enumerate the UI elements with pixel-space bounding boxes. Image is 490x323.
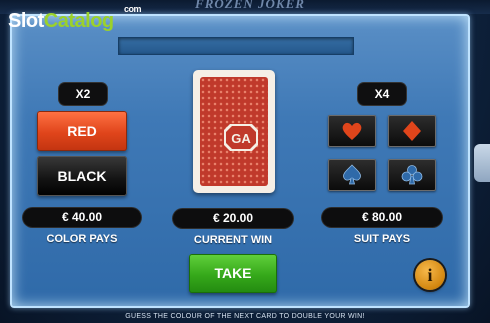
instruction-text: GUESS THE COLOUR OF THE NEXT CARD TO DOU… <box>125 313 365 320</box>
suit-pays-caption: SUIT PAYS <box>353 233 411 245</box>
clubs-icon <box>401 165 423 185</box>
card-logo-icon: GA <box>224 124 258 151</box>
diamonds-button[interactable] <box>388 115 436 147</box>
watermark-part1: Slot <box>8 10 44 32</box>
color-pays-value: € 40.00 <box>23 208 141 227</box>
watermark-part2: Catalog <box>43 10 114 32</box>
current-win-value: € 20.00 <box>173 209 293 228</box>
diamonds-icon <box>403 121 421 141</box>
clubs-button[interactable] <box>388 159 436 191</box>
watermark-suffix: com <box>124 4 142 14</box>
black-button[interactable]: BLACK <box>37 156 127 196</box>
color-multiplier-badge: X2 <box>59 83 107 105</box>
current-win-caption: CURRENT WIN <box>193 234 273 246</box>
message-bar <box>118 37 354 55</box>
card-back: GA <box>193 70 275 193</box>
suit-multiplier-badge: X4 <box>358 83 406 105</box>
game-title: FROZEN JOKER <box>195 0 305 11</box>
hearts-button[interactable] <box>328 115 376 147</box>
red-button[interactable]: RED <box>37 111 127 151</box>
color-pays-caption: COLOR PAYS <box>46 233 118 245</box>
side-menu-tab[interactable] <box>474 144 490 182</box>
watermark-logo: SlotCatalog com <box>8 4 142 33</box>
spades-icon <box>343 164 361 185</box>
info-button[interactable]: i <box>415 260 445 290</box>
take-button[interactable]: TAKE <box>189 254 277 293</box>
card-pattern: GA <box>200 77 268 186</box>
hearts-icon <box>342 122 362 140</box>
card-logo-text: GA <box>231 131 251 146</box>
suit-pays-value: € 80.00 <box>322 208 442 227</box>
spades-button[interactable] <box>328 159 376 191</box>
